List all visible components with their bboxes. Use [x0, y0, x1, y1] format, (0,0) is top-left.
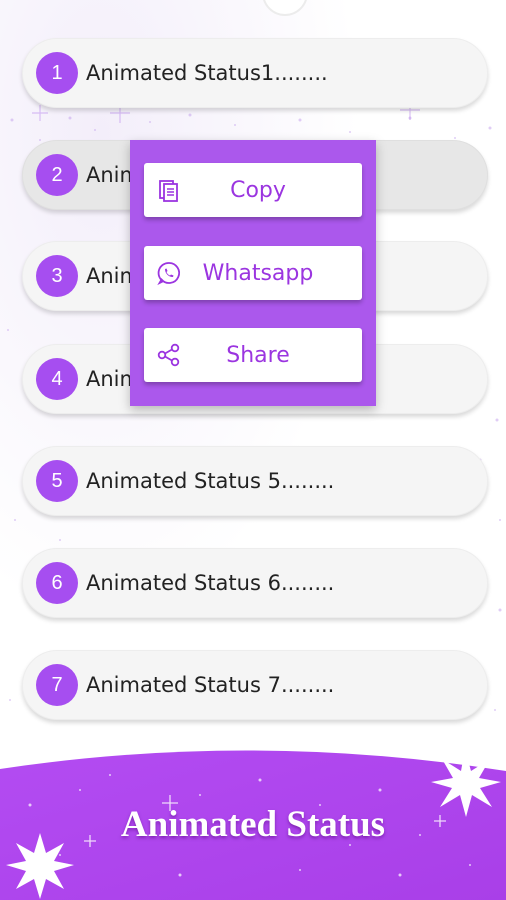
list-item[interactable]: 6 Animated Status 6........	[22, 548, 488, 618]
list-item[interactable]: 7 Animated Status 7........	[22, 650, 488, 720]
share-icon	[157, 343, 180, 367]
copy-icon	[159, 180, 178, 202]
item-number-badge: 1	[36, 52, 78, 94]
app-title: Animated Status	[120, 804, 386, 845]
item-label: Animated Status 6........	[86, 571, 335, 595]
item-number-badge: 7	[36, 664, 78, 706]
list-item[interactable]: 5 Animated Status 5........	[22, 446, 488, 516]
item-number-badge: 4	[36, 358, 78, 400]
item-label: Animated Status1........	[86, 61, 328, 85]
item-label: Animated Status 5........	[86, 469, 335, 493]
context-menu-popup: Copy Whatsapp Share	[130, 140, 376, 406]
item-number-badge: 6	[36, 562, 78, 604]
whatsapp-button[interactable]: Whatsapp	[144, 246, 362, 300]
whatsapp-icon	[157, 262, 180, 286]
item-number-badge: 3	[36, 255, 78, 297]
list-item[interactable]: 1 Animated Status1........	[22, 38, 488, 108]
item-number-badge: 5	[36, 460, 78, 502]
item-label: Animated Status 7........	[86, 673, 335, 697]
footer-banner: Animated Status	[0, 735, 506, 900]
copy-button[interactable]: Copy	[144, 163, 362, 217]
share-button[interactable]: Share	[144, 328, 362, 382]
item-number-badge: 2	[36, 154, 78, 196]
